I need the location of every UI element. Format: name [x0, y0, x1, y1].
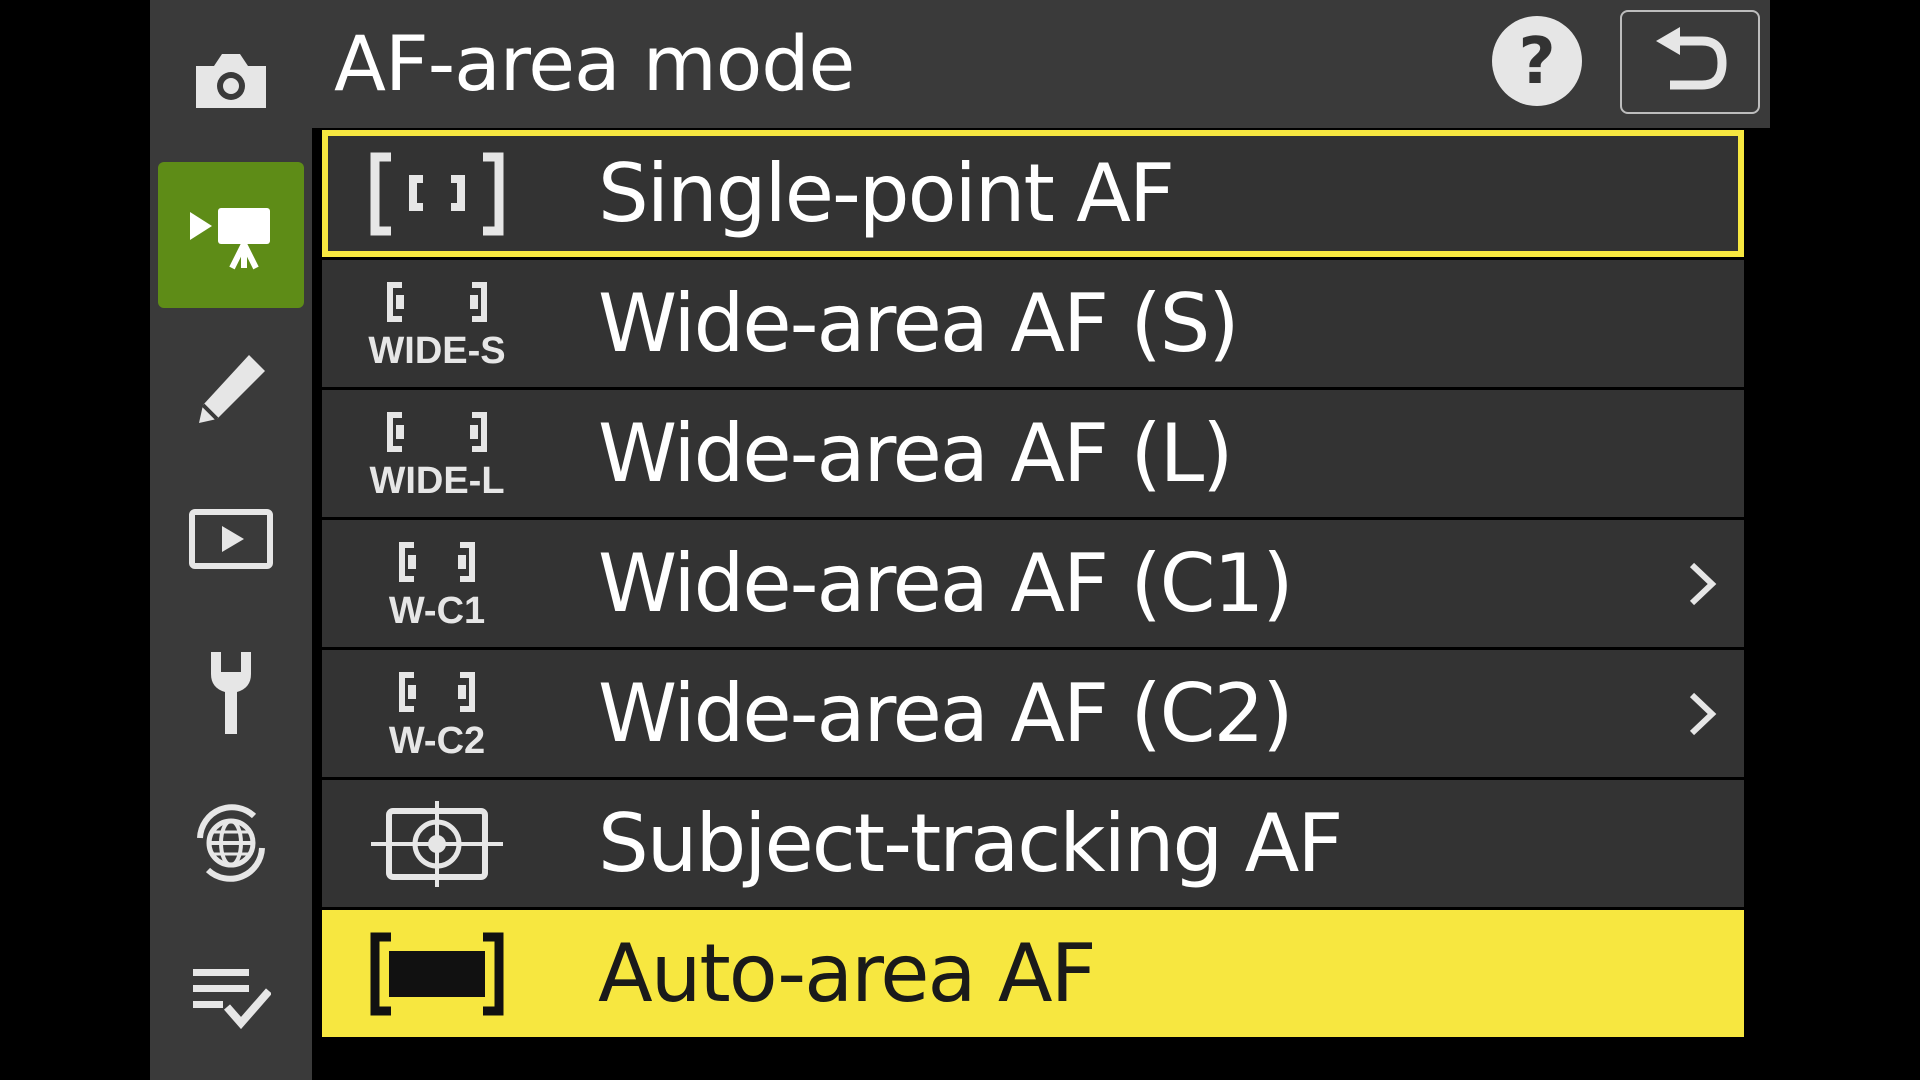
menu-item-auto-area-af[interactable]: Auto-area AF [322, 910, 1744, 1037]
menu-item-wide-area-af-c1[interactable]: W-C1 Wide-area AF (C1) [322, 520, 1744, 647]
wide-area-s-icon: WIDE-S [368, 281, 506, 369]
menu-item-wide-area-af-l[interactable]: WIDE-L Wide-area AF (L) [322, 390, 1744, 517]
menu-item-label: Wide-area AF (C1) [598, 537, 1294, 630]
menu-header: AF-area mode ? [312, 0, 1770, 128]
sidebar-item-my-menu[interactable] [158, 924, 304, 1070]
menu-item-label: Subject-tracking AF [598, 797, 1343, 890]
sidebar-item-video-recording[interactable] [158, 162, 304, 308]
menu-item-wide-area-af-c2[interactable]: W-C2 Wide-area AF (C2) [322, 650, 1744, 777]
sidebar-item-photo-shooting[interactable] [158, 8, 304, 154]
my-menu-icon [193, 969, 271, 1029]
page-title: AF-area mode [334, 19, 855, 108]
menu-item-label: Wide-area AF (C2) [598, 667, 1294, 760]
af-area-mode-list: Single-point AF WIDE-S Wide-area AF (S) … [322, 130, 1744, 1040]
menu-item-label: Wide-area AF (S) [598, 277, 1240, 370]
menu-item-wide-area-af-s[interactable]: WIDE-S Wide-area AF (S) [322, 260, 1744, 387]
sidebar-item-playback[interactable] [158, 466, 304, 612]
sidebar-item-network[interactable] [158, 770, 304, 916]
chevron-right-icon [1689, 562, 1717, 605]
svg-text:W-C2: W-C2 [389, 720, 485, 759]
sidebar-item-setup[interactable] [158, 620, 304, 766]
sidebar-item-retouch[interactable] [158, 316, 304, 462]
svg-text:WIDE-S: WIDE-S [368, 330, 505, 369]
wrench-icon [211, 652, 251, 734]
wide-area-c2-icon: W-C2 [389, 671, 485, 759]
menu-item-label: Wide-area AF (L) [598, 407, 1233, 500]
menu-item-label: Single-point AF [598, 147, 1175, 240]
menu-item-label: Auto-area AF [598, 927, 1097, 1020]
return-arrow-icon [1656, 27, 1727, 90]
menu-item-subject-tracking-af[interactable]: Subject-tracking AF [322, 780, 1744, 907]
wide-area-c1-icon: W-C1 [389, 541, 485, 629]
menu-item-single-point-af[interactable]: Single-point AF [322, 130, 1744, 257]
camera-icon [196, 54, 266, 108]
svg-text:W-C1: W-C1 [389, 590, 485, 629]
help-button[interactable]: ? [1492, 16, 1582, 106]
pencil-icon [199, 355, 265, 423]
single-point-af-icon [370, 152, 504, 235]
chevron-right-icon [1689, 692, 1717, 735]
playback-icon [189, 509, 273, 569]
auto-area-af-icon [370, 932, 504, 1015]
svg-text:WIDE-L: WIDE-L [369, 460, 504, 499]
back-button[interactable] [1620, 10, 1760, 114]
sidebar [150, 0, 312, 1080]
video-camera-icon [190, 208, 270, 270]
wide-area-l-icon: WIDE-L [369, 411, 505, 499]
subject-tracking-af-icon [371, 800, 503, 887]
network-icon [197, 804, 265, 882]
